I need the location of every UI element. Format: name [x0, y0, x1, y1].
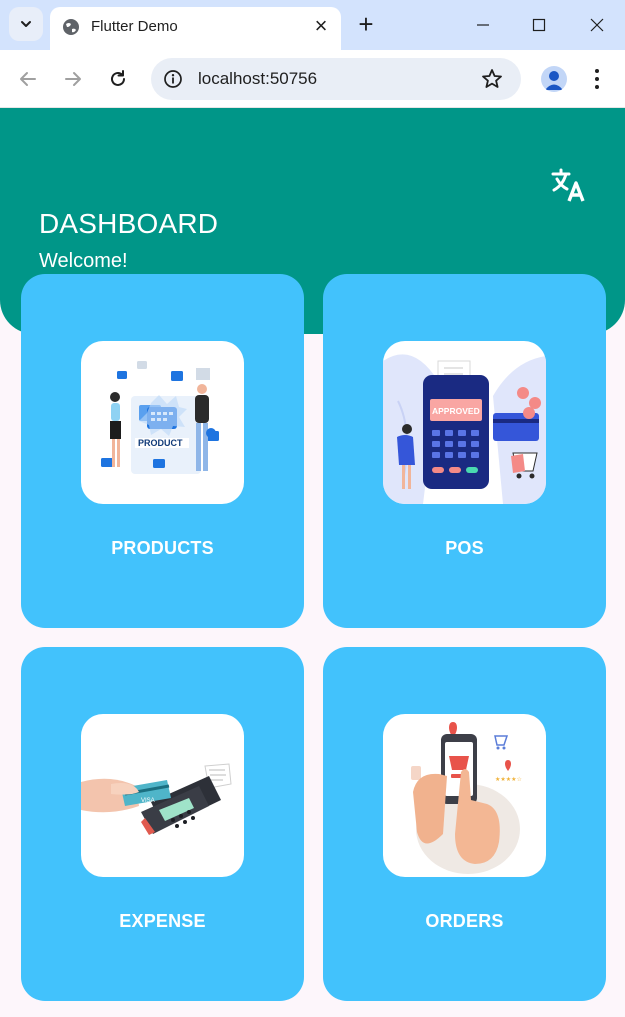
close-window-icon[interactable] — [582, 10, 612, 40]
products-label: PRODUCTS — [111, 538, 214, 558]
page-title: DASHBOARD — [39, 208, 219, 239]
products-illustration: PRODUCT — [81, 341, 244, 504]
products-card[interactable]: PRODUCT PRODUCTS — [21, 274, 304, 628]
pos-terminal-illustration: APPROVED — [383, 341, 546, 504]
pos-label: POS — [445, 538, 484, 558]
globe-icon — [63, 19, 79, 35]
forward-arrow-icon[interactable] — [59, 65, 87, 93]
svg-text:★★★★☆: ★★★★☆ — [495, 776, 522, 783]
browser-tab[interactable]: Flutter Demo × — [50, 7, 341, 50]
url-text: localhost:50756 — [198, 69, 318, 88]
close-tab-icon[interactable]: × — [312, 15, 330, 37]
more-options-icon[interactable] — [585, 65, 609, 93]
address-bar[interactable]: localhost:50756 — [151, 58, 521, 100]
browser-tab-strip: Flutter Demo × + — [0, 0, 625, 50]
site-info-icon[interactable] — [163, 69, 183, 89]
tab-search-button[interactable] — [9, 7, 43, 41]
expense-card[interactable]: VISA EXPENSE — [21, 647, 304, 1001]
browser-toolbar: localhost:50756 — [0, 50, 625, 108]
welcome-text: Welcome! — [39, 250, 128, 272]
card-payment-illustration: VISA — [81, 714, 244, 877]
pos-card[interactable]: APPROVED POS — [323, 274, 606, 628]
back-arrow-icon[interactable] — [14, 65, 42, 93]
svg-text:VISA: VISA — [141, 798, 155, 804]
expense-label: EXPENSE — [119, 911, 206, 931]
chevron-down-icon — [21, 21, 31, 27]
orders-card[interactable]: ★★★★☆ ORDERS — [323, 647, 606, 1001]
tab-title: Flutter Demo — [91, 18, 178, 35]
profile-avatar-icon[interactable] — [541, 66, 567, 92]
new-tab-icon[interactable]: + — [354, 11, 378, 37]
svg-text:PRODUCT: PRODUCT — [138, 438, 183, 448]
bookmark-star-icon[interactable] — [480, 67, 504, 91]
minimize-icon[interactable] — [468, 10, 498, 40]
svg-text:APPROVED: APPROVED — [432, 406, 480, 416]
translate-icon[interactable] — [549, 165, 589, 205]
mobile-order-illustration: ★★★★☆ — [383, 714, 546, 877]
reload-icon[interactable] — [104, 65, 132, 93]
orders-label: ORDERS — [425, 911, 504, 931]
maximize-icon[interactable] — [524, 10, 554, 40]
